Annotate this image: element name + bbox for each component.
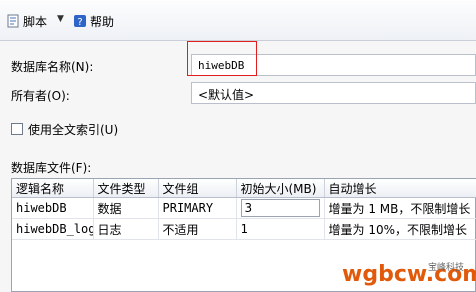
db-name-label: 数据库名称(N): <box>11 60 94 74</box>
db-files-label: 数据库文件(F): <box>11 161 92 175</box>
cell-filegroup[interactable]: 不适用 <box>158 218 237 240</box>
svg-text:?: ? <box>77 17 82 28</box>
column-header-logical-name[interactable]: 逻辑名称 <box>12 179 94 198</box>
owner-label: 所有者(O): <box>11 89 70 103</box>
script-icon <box>7 14 19 28</box>
script-button[interactable]: 脚本 <box>6 12 47 30</box>
cell-logical-name[interactable]: hiwebDB_log <box>12 218 94 240</box>
fulltext-label: 使用全文索引(U) <box>28 123 119 137</box>
highlight-box <box>187 41 257 76</box>
cell-file-type[interactable]: 数据 <box>93 197 159 219</box>
column-header-filegroup[interactable]: 文件组 <box>158 179 237 198</box>
cell-autogrowth[interactable]: 增量为 10%，不限制增长 <box>324 218 476 240</box>
help-button-label: 帮助 <box>90 14 115 29</box>
fulltext-checkbox[interactable] <box>11 123 23 135</box>
owner-input[interactable]: <默认值> <box>191 82 476 104</box>
cell-file-type[interactable]: 日志 <box>93 218 159 240</box>
help-button[interactable]: ? 帮助 <box>73 12 114 30</box>
cell-autogrowth[interactable]: 增量为 1 MB，不限制增长 <box>324 197 476 219</box>
cell-initial-size[interactable]: 1 <box>236 218 325 240</box>
column-header-autogrowth[interactable]: 自动增长 <box>324 179 476 198</box>
table-row[interactable]: hiwebDB_log 日志 不适用 1 增量为 10%，不限制增长 <box>12 218 476 240</box>
help-icon: ? <box>74 15 86 28</box>
watermark-subtext: 宝峰科技 <box>428 263 465 273</box>
cell-filegroup[interactable]: PRIMARY <box>158 197 237 219</box>
grid-header-row: 逻辑名称 文件类型 文件组 初始大小(MB) 自动增长 <box>12 179 476 198</box>
table-row[interactable]: hiwebDB 数据 PRIMARY 3 增量为 1 MB，不限制增长 <box>12 197 476 219</box>
column-header-initial-size[interactable]: 初始大小(MB) <box>236 179 325 198</box>
script-button-label: 脚本 <box>23 14 48 29</box>
initial-size-input[interactable]: 3 <box>240 199 320 217</box>
cell-logical-name[interactable]: hiwebDB <box>12 197 94 219</box>
script-dropdown-arrow-icon[interactable]: ▼ <box>57 14 64 24</box>
toolbar: 脚本 ▼ ? 帮助 <box>0 0 476 41</box>
column-header-file-type[interactable]: 文件类型 <box>93 179 159 198</box>
